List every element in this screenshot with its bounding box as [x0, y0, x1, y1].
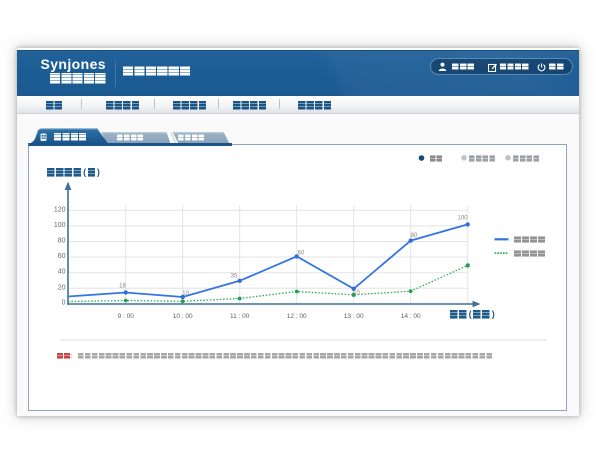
svg-text:20: 20 — [58, 284, 66, 291]
svg-text:40: 40 — [58, 269, 66, 276]
svg-text:80: 80 — [58, 238, 66, 245]
svg-text:60: 60 — [58, 253, 66, 260]
svg-text:10: 10 — [353, 290, 360, 296]
svg-text:120: 120 — [54, 206, 66, 213]
svg-text:9 : 00: 9 : 00 — [118, 313, 135, 320]
svg-text:80: 80 — [411, 233, 418, 239]
svg-text:14 : 00: 14 : 00 — [401, 313, 421, 320]
svg-text:13 : 00: 13 : 00 — [344, 313, 364, 320]
svg-text:0: 0 — [62, 300, 66, 307]
svg-text:12 : 00: 12 : 00 — [287, 313, 307, 320]
svg-text:60: 60 — [298, 251, 305, 257]
svg-text:18: 18 — [119, 284, 126, 290]
svg-text:100: 100 — [54, 222, 66, 229]
svg-text:35: 35 — [231, 273, 238, 279]
svg-text:10: 10 — [182, 291, 189, 297]
svg-text:11 : 00: 11 : 00 — [230, 313, 250, 320]
svg-text:10 : 00: 10 : 00 — [173, 313, 193, 320]
svg-text:100: 100 — [457, 216, 468, 222]
